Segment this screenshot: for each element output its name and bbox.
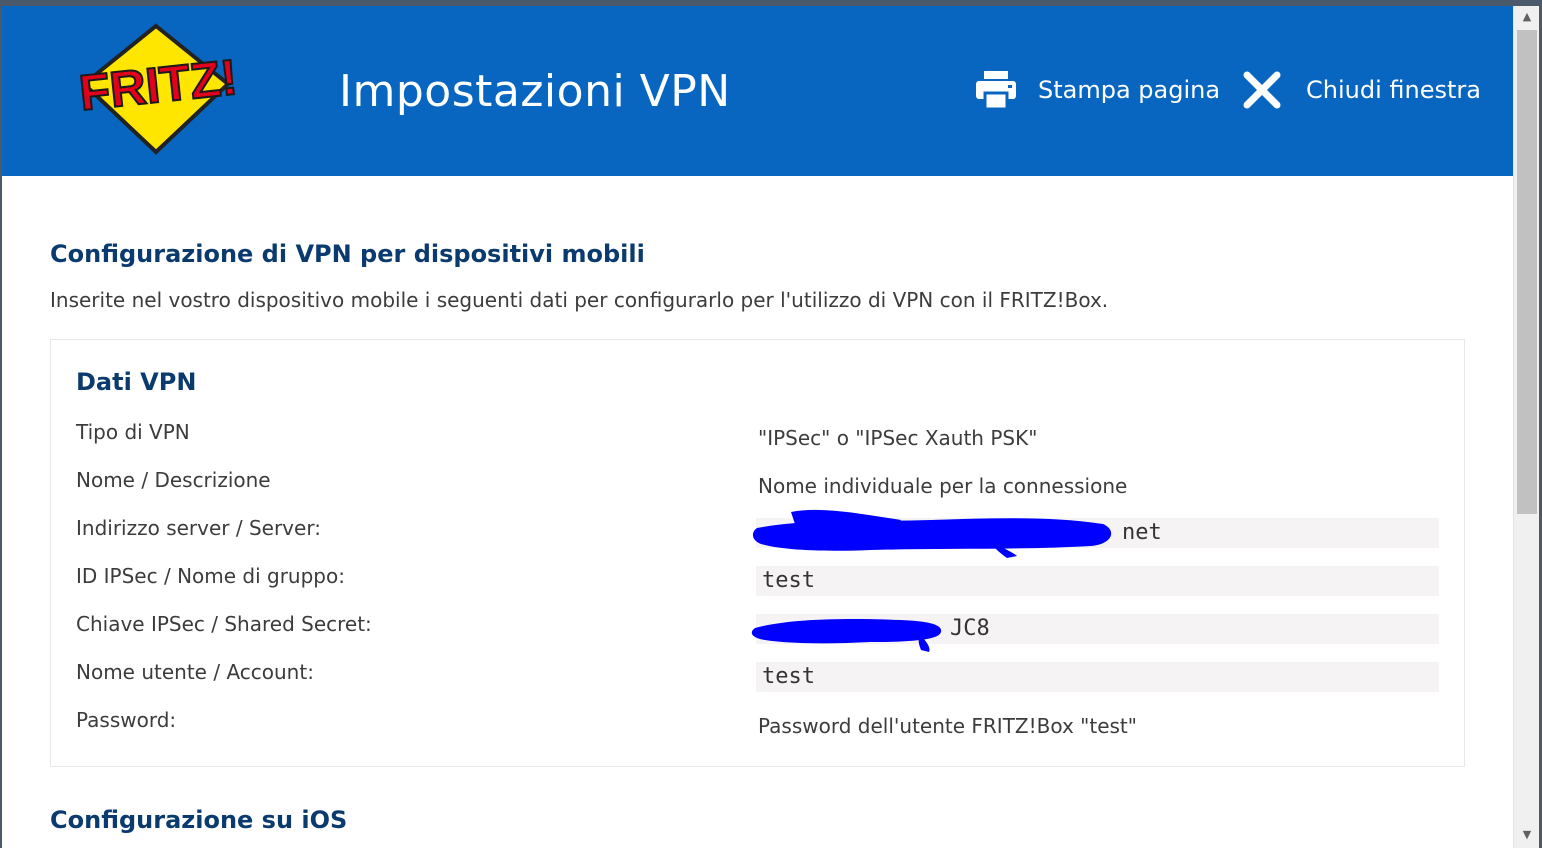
vpn-type-label: Tipo di VPN [76, 420, 190, 444]
vpn-data-title: Dati VPN [76, 368, 197, 396]
name-description-label: Nome / Descrizione [76, 468, 271, 492]
fritz-logo: FRITZ! [76, 23, 241, 155]
ios-config-title: Configurazione su iOS [50, 806, 348, 834]
vpn-settings-window: FRITZ! Impostazioni VPN Stampa pagina Ch… [2, 6, 1513, 848]
page-title: Impostazioni VPN [339, 66, 731, 117]
svg-text:FRITZ!: FRITZ! [77, 49, 240, 121]
ipsec-id-label: ID IPSec / Nome di gruppo: [76, 564, 345, 588]
intro-text: Inserite nel vostro dispositivo mobile i… [50, 288, 1109, 312]
shared-secret-label: Chiave IPSec / Shared Secret: [76, 612, 372, 636]
shared-secret-field[interactable]: JC8 [756, 614, 1439, 644]
scroll-down-arrow-icon[interactable]: ▼ [1514, 824, 1540, 844]
account-field[interactable]: test [756, 662, 1439, 692]
printer-icon [976, 71, 1016, 109]
account-label: Nome utente / Account: [76, 660, 314, 684]
password-value: Password dell'utente FRITZ!Box "test" [758, 714, 1137, 738]
header-bar: FRITZ! Impostazioni VPN Stampa pagina Ch… [2, 6, 1513, 176]
scrollbar-thumb[interactable] [1517, 30, 1537, 514]
print-page-button[interactable]: Stampa pagina [976, 68, 1220, 112]
close-window-label: Chiudi finestra [1306, 76, 1481, 104]
password-label: Password: [76, 708, 177, 732]
vpn-type-value: "IPSec" o "IPSec Xauth PSK" [758, 426, 1038, 450]
server-address-field[interactable]: net [756, 518, 1439, 548]
name-description-value: Nome individuale per la connessione [758, 474, 1128, 498]
ipsec-id-field[interactable]: test [756, 566, 1439, 596]
scroll-up-arrow-icon[interactable]: ▲ [1514, 6, 1540, 26]
print-page-label: Stampa pagina [1038, 76, 1221, 104]
section-title: Configurazione di VPN per dispositivi mo… [50, 240, 645, 268]
close-window-button[interactable]: Chiudi finestra [1242, 68, 1481, 112]
vertical-scrollbar[interactable]: ▲ ▼ [1513, 6, 1539, 848]
close-icon [1243, 71, 1281, 109]
server-address-label: Indirizzo server / Server: [76, 516, 321, 540]
vpn-data-box: Dati VPN Tipo di VPN "IPSec" o "IPSec Xa… [50, 339, 1465, 767]
